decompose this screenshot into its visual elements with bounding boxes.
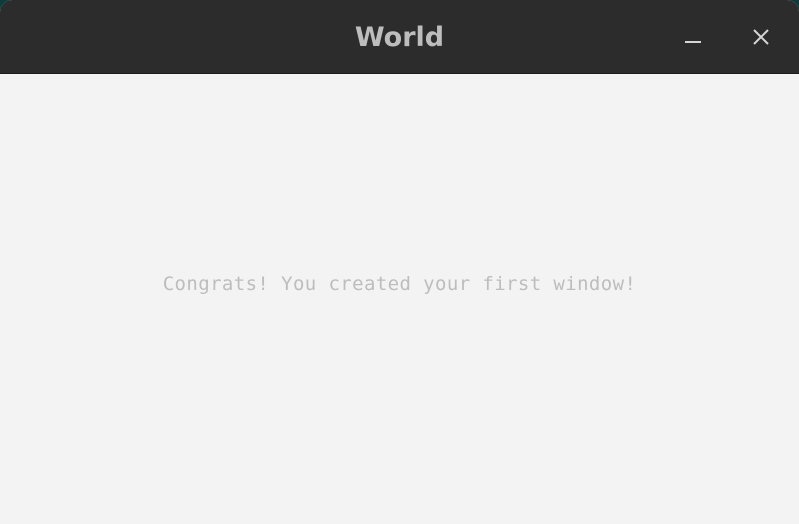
title-bar[interactable]: World [0, 0, 799, 74]
close-icon [753, 29, 769, 45]
minimize-button[interactable] [675, 19, 711, 55]
app-window: World Congrats! You created your first w… [0, 0, 799, 524]
congrats-message: Congrats! You created your first window! [162, 273, 637, 295]
close-button[interactable] [743, 19, 779, 55]
minimize-icon [685, 41, 701, 43]
window-content: Congrats! You created your first window! [0, 74, 799, 524]
